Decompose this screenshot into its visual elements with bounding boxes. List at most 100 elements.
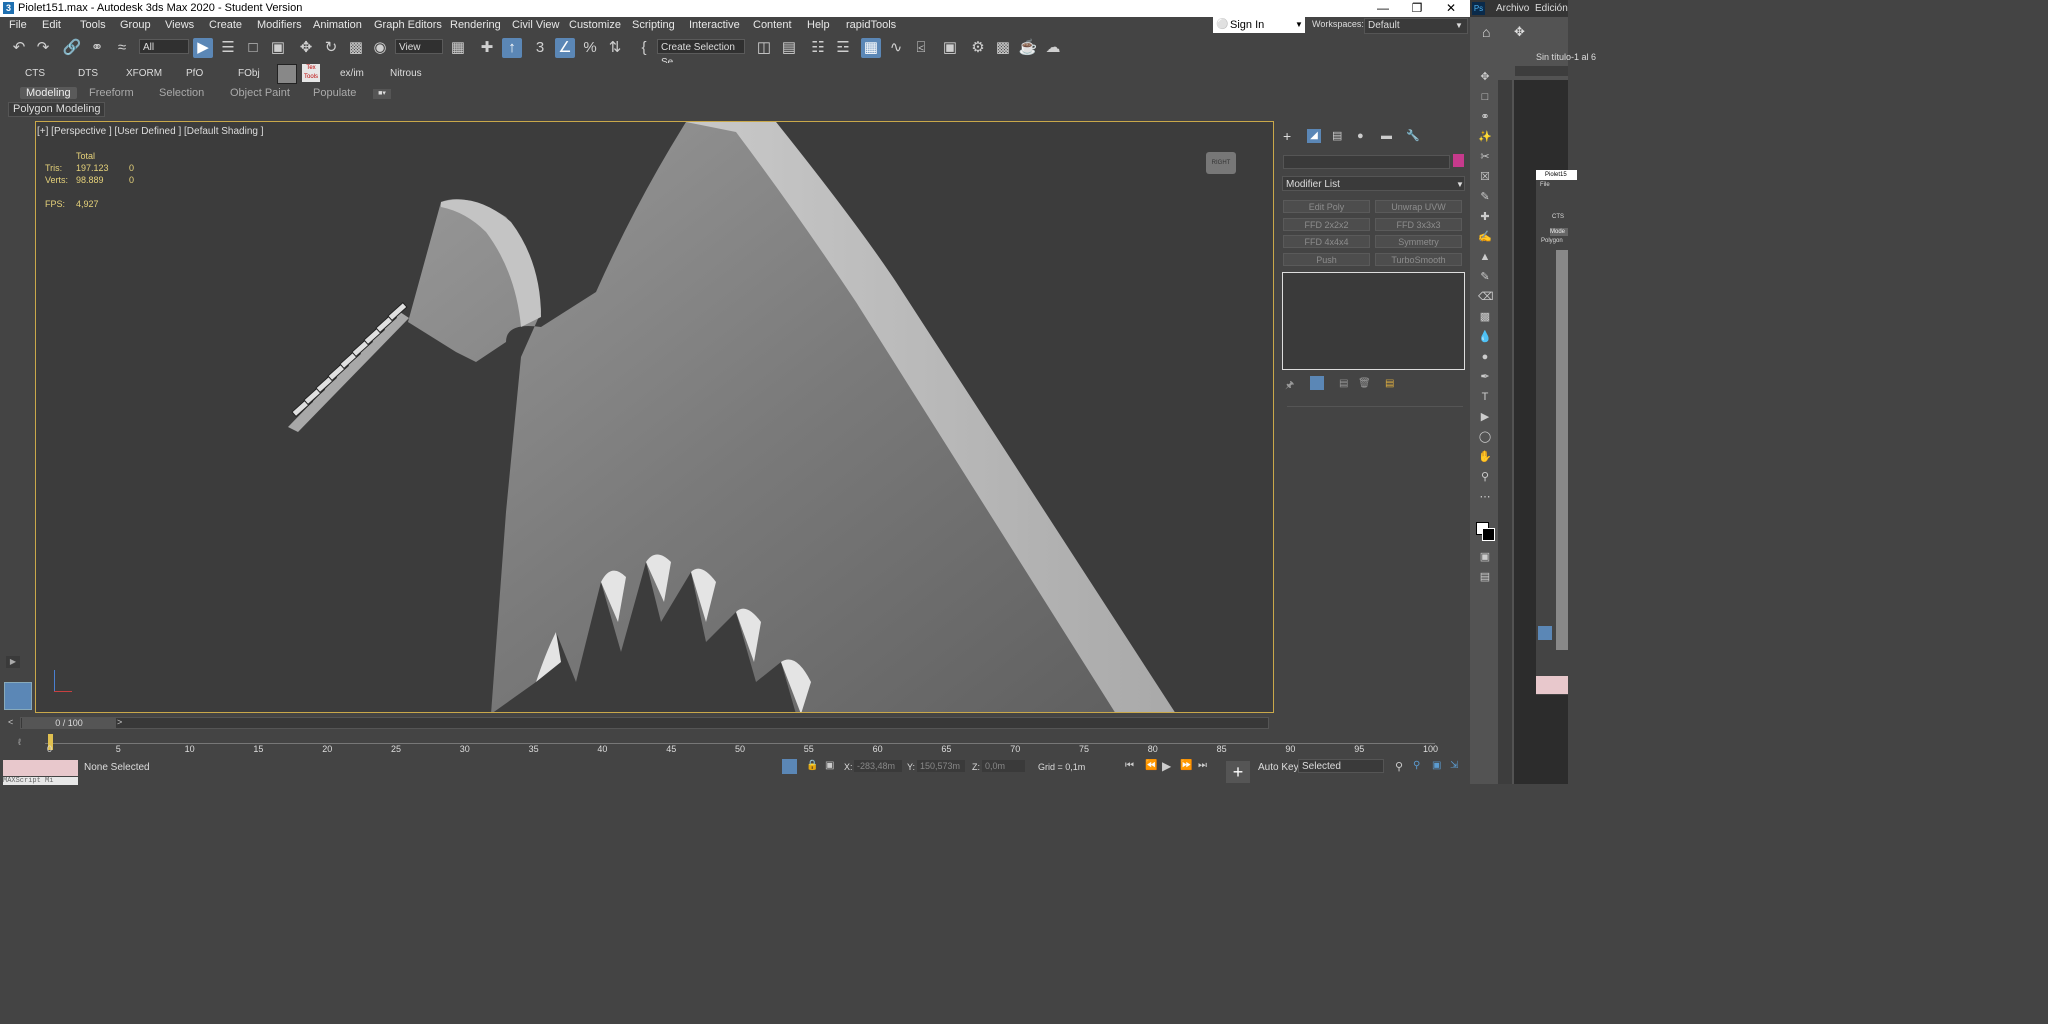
keyboard-shortcut-override-icon[interactable]: ↑ <box>502 38 522 58</box>
time-prev-icon[interactable]: < <box>8 717 13 727</box>
modify-tab-icon[interactable]: ◢ <box>1307 129 1321 143</box>
ps-quick-select-icon[interactable]: ✨ <box>1478 130 1492 144</box>
x-coordinate-field[interactable]: -283,48m <box>854 760 902 772</box>
utilities-tab-icon[interactable]: 🔧 <box>1406 129 1420 143</box>
zoom-icon[interactable]: ⚲ <box>1395 760 1403 773</box>
polygon-modeling-panel[interactable]: Polygon Modeling <box>8 102 106 117</box>
y-coordinate-field[interactable]: 150,573m <box>917 760 965 772</box>
ps-zoom-icon[interactable]: ⚲ <box>1478 470 1492 484</box>
pin-stack-icon[interactable]: 🖈 <box>1285 378 1294 395</box>
curve-editor-mini-icon[interactable]: ℓ <box>18 737 21 747</box>
move-icon[interactable]: ✥ <box>296 38 316 58</box>
quick-nitrous-button[interactable]: Nitrous <box>390 68 422 79</box>
edit-poly-button[interactable]: Edit Poly <box>1283 200 1370 213</box>
make-unique-icon[interactable]: ▤ <box>1339 378 1348 389</box>
scale-icon[interactable]: ▩ <box>346 38 366 58</box>
object-color-swatch[interactable] <box>1453 154 1464 167</box>
z-coordinate-field[interactable]: 0,0m <box>982 760 1025 772</box>
render-in-cloud-icon[interactable]: ☁ <box>1043 38 1063 58</box>
bind-space-warp-icon[interactable]: ≈ <box>112 38 132 58</box>
ps-background-color[interactable] <box>1482 528 1495 541</box>
unwrap-uvw-button[interactable]: Unwrap UVW <box>1375 200 1462 213</box>
ps-move-icon[interactable]: ✥ <box>1478 70 1492 84</box>
window-crossing-icon[interactable]: ▣ <box>268 38 288 58</box>
play-animation-icon[interactable]: ▶ <box>1162 759 1171 773</box>
tab-freeform[interactable]: Freeform <box>89 87 134 99</box>
menu-create[interactable]: Create <box>209 19 242 31</box>
spinner-snap-icon[interactable]: ⇅ <box>605 38 625 58</box>
mirror-icon[interactable]: ◫ <box>754 38 774 58</box>
undo-icon[interactable]: ↶ <box>9 38 29 58</box>
menu-customize[interactable]: Customize <box>569 19 621 31</box>
select-manipulate-icon[interactable]: ✚ <box>477 38 497 58</box>
ps-menu-archivo[interactable]: Archivo <box>1496 3 1529 14</box>
tab-object-paint[interactable]: Object Paint <box>230 87 290 99</box>
maximize-viewport-icon[interactable]: ⇲ <box>1450 760 1458 771</box>
close-button[interactable]: ✕ <box>1434 0 1468 17</box>
ps-menu-edicion[interactable]: Edición <box>1535 3 1568 14</box>
rotate-icon[interactable]: ↻ <box>321 38 341 58</box>
ps-healing-icon[interactable]: ✚ <box>1478 210 1492 224</box>
show-end-result-icon[interactable] <box>1310 376 1324 390</box>
ps-blur-icon[interactable]: 💧 <box>1478 330 1492 344</box>
ps-shape-icon[interactable]: ◯ <box>1478 430 1492 444</box>
ps-crop-icon[interactable]: ✂ <box>1478 150 1492 164</box>
quick-dts-button[interactable]: DTS <box>78 68 98 79</box>
ps-dodge-icon[interactable]: ● <box>1478 350 1492 364</box>
menu-interactive[interactable]: Interactive <box>689 19 740 31</box>
angle-snap-icon[interactable]: ∠ <box>555 38 575 58</box>
edit-named-selection-icon[interactable]: { <box>634 38 654 58</box>
material-editor-icon[interactable]: ▣ <box>940 38 960 58</box>
menu-rendering[interactable]: Rendering <box>450 19 501 31</box>
ps-frame-icon[interactable]: ☒ <box>1478 170 1492 184</box>
snaps-toggle-icon[interactable]: 3 <box>530 38 550 58</box>
menu-help[interactable]: Help <box>807 19 830 31</box>
menu-tools[interactable]: Tools <box>80 19 106 31</box>
rendered-frame-window-icon[interactable]: ▩ <box>993 38 1013 58</box>
tab-selection[interactable]: Selection <box>159 87 204 99</box>
time-next-icon[interactable]: > <box>117 717 122 727</box>
reference-coordinate-dropdown[interactable]: View <box>395 39 443 54</box>
maxscript-listener[interactable] <box>3 760 78 776</box>
rectangular-selection-icon[interactable]: □ <box>243 38 263 58</box>
ps-history-brush-icon[interactable]: ✎ <box>1478 270 1492 284</box>
select-by-name-icon[interactable]: ☰ <box>218 38 238 58</box>
ps-home-icon[interactable]: ⌂ <box>1482 24 1490 40</box>
ps-pen-icon[interactable]: ✒ <box>1478 370 1492 384</box>
menu-rapidtools[interactable]: rapidTools <box>846 19 896 31</box>
ps-move-tool-icon[interactable]: ✥ <box>1514 24 1525 40</box>
push-button[interactable]: Push <box>1283 253 1370 266</box>
schematic-view-icon[interactable]: ⍃ <box>911 38 931 58</box>
quick-xform-button[interactable]: XFORM <box>126 68 162 79</box>
ffd-3x3x3-button[interactable]: FFD 3x3x3 <box>1375 218 1462 231</box>
auto-key-button[interactable]: Auto Key <box>1258 762 1299 773</box>
link-icon[interactable]: 🔗 <box>62 38 82 58</box>
ps-screen-mode-icon[interactable]: ▤ <box>1478 570 1492 584</box>
menu-animation[interactable]: Animation <box>313 19 362 31</box>
align-icon[interactable]: ▤ <box>779 38 799 58</box>
ps-marquee-icon[interactable]: □ <box>1478 90 1492 104</box>
texture-tools-icon[interactable]: Tex Tools <box>302 64 320 82</box>
turbosmooth-button[interactable]: TurboSmooth <box>1375 253 1462 266</box>
menu-content[interactable]: Content <box>753 19 792 31</box>
zoom-extents-icon[interactable]: ▣ <box>1432 760 1441 771</box>
menu-edit[interactable]: Edit <box>42 19 61 31</box>
viewport-label[interactable]: [+] [Perspective ] [User Defined ] [Defa… <box>37 126 264 137</box>
sign-in-dropdown[interactable]: ⚪ Sign In ▼ <box>1213 17 1305 33</box>
ps-gradient-icon[interactable]: ▩ <box>1478 310 1492 324</box>
ps-brush-icon[interactable]: ✍ <box>1478 230 1492 244</box>
object-name-input[interactable] <box>1283 155 1450 169</box>
time-slider-thumb[interactable]: 0 / 100 <box>22 718 116 728</box>
menu-scripting[interactable]: Scripting <box>632 19 675 31</box>
menu-file[interactable]: File <box>9 19 27 31</box>
create-tab-icon[interactable]: + <box>1283 129 1297 143</box>
minimize-button[interactable]: — <box>1366 0 1400 17</box>
render-setup-icon[interactable]: ⚙ <box>968 38 988 58</box>
viewport-layout-icon[interactable] <box>4 682 32 710</box>
ps-stamp-icon[interactable]: ▲ <box>1478 250 1492 264</box>
menu-modifiers[interactable]: Modifiers <box>257 19 302 31</box>
symmetry-button[interactable]: Symmetry <box>1375 235 1462 248</box>
workspace-dropdown[interactable]: Default ▼ <box>1364 18 1468 34</box>
create-selection-set-dropdown[interactable]: Create Selection Se <box>657 39 745 68</box>
display-tab-icon[interactable]: ▬ <box>1381 129 1395 143</box>
